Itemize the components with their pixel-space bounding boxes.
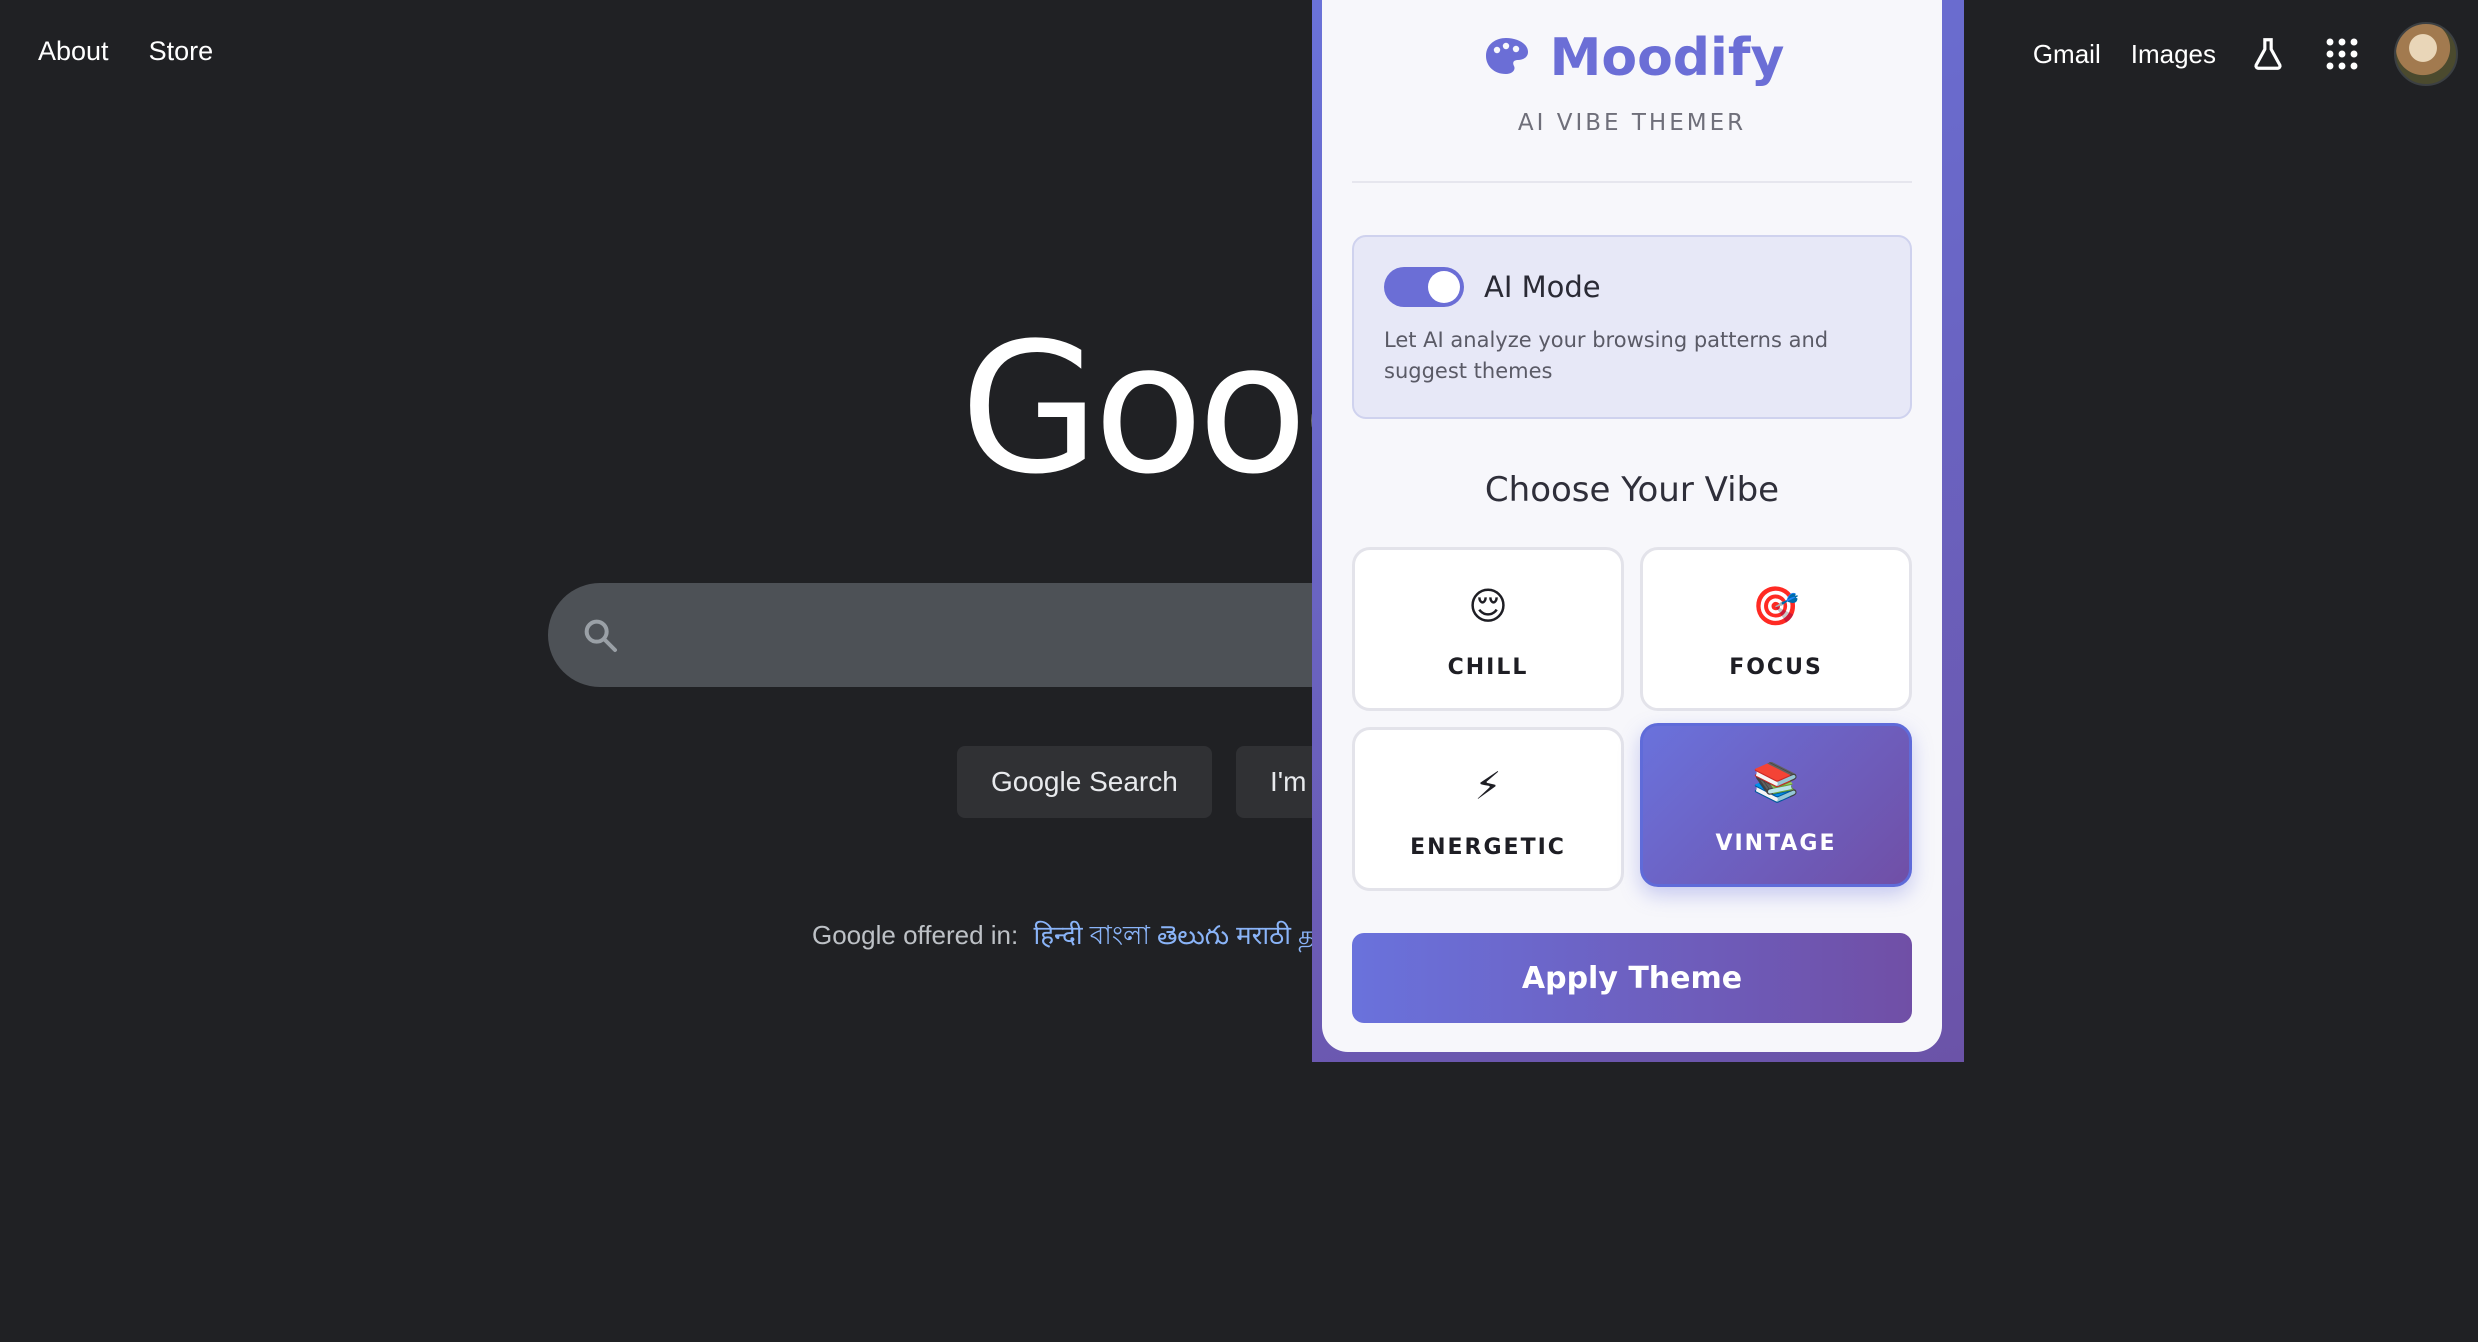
toggle-knob bbox=[1428, 271, 1460, 303]
ai-mode-title: AI Mode bbox=[1484, 270, 1601, 304]
ai-mode-card: AI Mode Let AI analyze your browsing pat… bbox=[1352, 235, 1912, 419]
vibe-label: FOCUS bbox=[1729, 655, 1823, 680]
moodify-popup: Moodify AI VIBE THEMER AI Mode Let AI an… bbox=[1322, 0, 1942, 1052]
vibe-card-energetic[interactable]: ⚡ ENERGETIC bbox=[1352, 727, 1624, 891]
apply-theme-button[interactable]: Apply Theme bbox=[1352, 933, 1912, 1023]
vibe-card-chill[interactable]: 😌 CHILL bbox=[1352, 547, 1624, 711]
relieved-face-icon: 😌 bbox=[1468, 584, 1508, 628]
vibe-label: VINTAGE bbox=[1715, 831, 1837, 856]
ai-mode-toggle[interactable] bbox=[1384, 267, 1464, 307]
ai-mode-description: Let AI analyze your browsing patterns an… bbox=[1384, 328, 1829, 383]
account-avatar[interactable] bbox=[2394, 22, 2458, 86]
target-icon: 🎯 bbox=[1752, 584, 1800, 628]
language-links[interactable]: हिन्दी বাংলা తెలుగు मराठी த bbox=[1033, 920, 1315, 950]
google-search-button[interactable]: Google Search bbox=[957, 746, 1212, 818]
apps-grid-icon[interactable] bbox=[2320, 32, 2364, 76]
labs-flask-icon[interactable] bbox=[2246, 32, 2290, 76]
palette-icon bbox=[1480, 33, 1532, 83]
store-link[interactable]: Store bbox=[149, 36, 214, 67]
top-nav-left: About Store bbox=[38, 36, 213, 67]
about-link[interactable]: About bbox=[38, 36, 109, 67]
vibe-heading: Choose Your Vibe bbox=[1484, 470, 1780, 510]
images-link[interactable]: Images bbox=[2131, 39, 2216, 70]
vibe-card-vintage[interactable]: 📚 VINTAGE bbox=[1640, 723, 1912, 887]
vibe-label: CHILL bbox=[1447, 655, 1529, 680]
brand-subtitle: AI VIBE THEMER bbox=[1517, 110, 1747, 136]
offered-label: Google offered in: bbox=[812, 920, 1019, 950]
brand-name: Moodify bbox=[1549, 28, 1785, 88]
books-icon: 📚 bbox=[1752, 760, 1800, 804]
top-nav-right: Gmail Images bbox=[2033, 20, 2458, 88]
gmail-link[interactable]: Gmail bbox=[2033, 39, 2101, 70]
vibe-label: ENERGETIC bbox=[1410, 835, 1566, 860]
search-icon bbox=[580, 615, 620, 660]
vibe-card-focus[interactable]: 🎯 FOCUS bbox=[1640, 547, 1912, 711]
moodify-popup-frame: Moodify AI VIBE THEMER AI Mode Let AI an… bbox=[1312, 0, 1964, 1062]
brand-header: Moodify bbox=[1322, 28, 1942, 88]
offered-in: Google offered in: हिन्दी বাংলা తెలుగు म… bbox=[812, 915, 1315, 959]
lightning-icon: ⚡ bbox=[1474, 764, 1502, 808]
divider bbox=[1352, 181, 1912, 183]
